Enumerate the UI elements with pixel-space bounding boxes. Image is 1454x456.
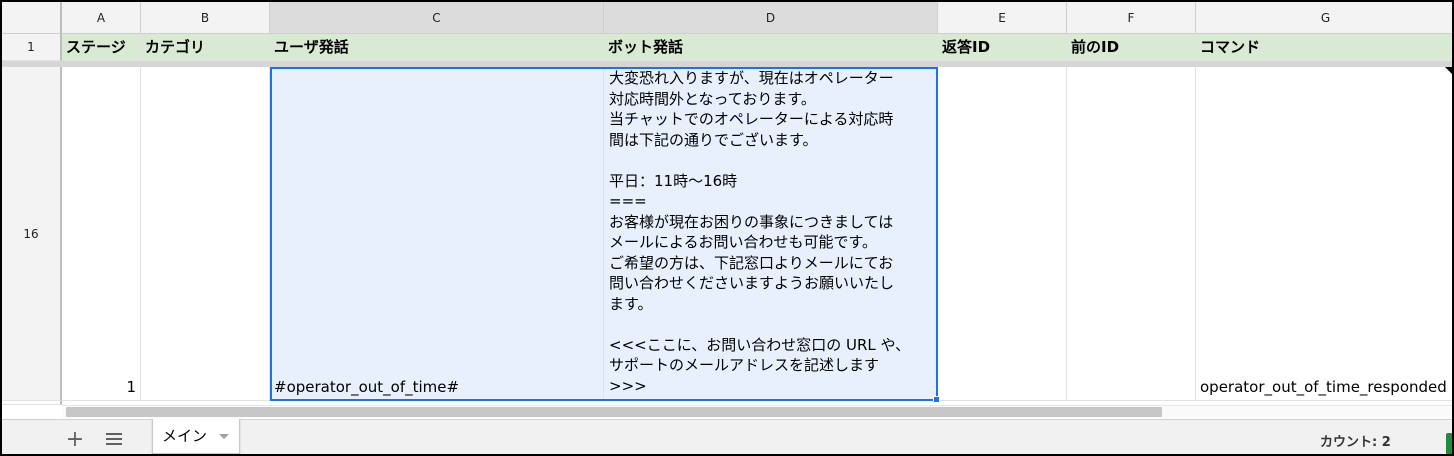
row-header-17[interactable] <box>2 401 62 405</box>
cell-b16[interactable] <box>141 67 270 401</box>
header-cell-bot-utterance[interactable]: ボット発話 <box>604 34 938 61</box>
column-header-e[interactable]: E <box>938 2 1067 34</box>
header-cell-command[interactable]: コマンド <box>1196 34 1452 61</box>
note-indicator-icon[interactable] <box>1445 67 1452 74</box>
header-cell-previous-id[interactable]: 前のID <box>1067 34 1196 61</box>
cell-e16[interactable] <box>938 67 1067 401</box>
cell-f16[interactable] <box>1067 67 1196 401</box>
spreadsheet-window: A B C D E F G 1 ステージ カテゴリ ユーザ発話 ボット発話 返答… <box>0 0 1454 456</box>
column-header-c[interactable]: C <box>270 2 604 34</box>
plus-icon[interactable]: + <box>65 429 85 451</box>
horizontal-scrollbar-thumb[interactable] <box>66 407 1162 417</box>
explore-button[interactable] <box>1446 433 1452 454</box>
caret-down-icon[interactable] <box>219 434 229 439</box>
cell-d16-value: 大変恐れ入りますが、現在はオペレーター 対応時間外となっております。 当チャット… <box>609 69 911 395</box>
select-all-corner[interactable] <box>2 2 62 34</box>
cell-a16-value: 1 <box>126 378 136 396</box>
header-cell-reply-id[interactable]: 返答ID <box>938 34 1067 61</box>
column-header-g[interactable]: G <box>1196 2 1452 34</box>
header-cell-user-utterance[interactable]: ユーザ発話 <box>270 34 604 61</box>
column-header-a[interactable]: A <box>62 2 141 34</box>
column-header-d[interactable]: D <box>604 2 938 34</box>
sheet-tab-label: メイン <box>162 427 208 445</box>
header-cell-stage[interactable]: ステージ <box>62 34 141 61</box>
cell-d16[interactable]: 大変恐れ入りますが、現在はオペレーター 対応時間外となっております。 当チャット… <box>604 67 938 401</box>
cell-c16[interactable]: #operator_out_of_time# <box>270 67 604 401</box>
selection-count[interactable]: カウント: 2 <box>1320 431 1391 450</box>
sheet-tab-main[interactable]: メイン <box>152 419 240 454</box>
column-header-b[interactable]: B <box>141 2 270 34</box>
column-header-f[interactable]: F <box>1067 2 1196 34</box>
list-icon[interactable] <box>106 433 122 447</box>
cell-a16[interactable]: 1 <box>62 67 141 401</box>
header-cell-category[interactable]: カテゴリ <box>141 34 270 61</box>
fill-handle[interactable] <box>933 396 940 403</box>
row-header-16[interactable]: 16 <box>2 67 62 401</box>
cell-g16-value: operator_out_of_time_responded <box>1200 378 1447 396</box>
cell-c16-value: #operator_out_of_time# <box>274 378 460 396</box>
cell-g16[interactable]: operator_out_of_time_responded <box>1196 67 1452 401</box>
row-header-1[interactable]: 1 <box>2 34 62 61</box>
